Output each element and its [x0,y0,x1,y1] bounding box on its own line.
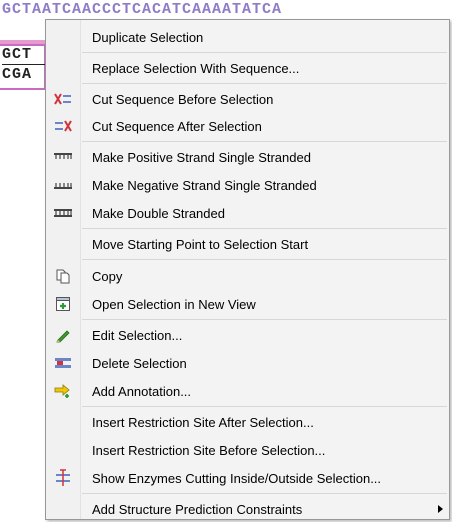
menu-item-label: Copy [92,268,123,284]
menu-item-label: Replace Selection With Sequence... [92,60,300,76]
menu-item-label: Cut Sequence After Selection [92,118,262,134]
sequence-selection-area[interactable]: GCT CGA [0,30,48,96]
menu-item-label: Make Positive Strand Single Stranded [92,149,311,165]
positive-strand-icon [46,144,80,170]
menu-item-move-starting-point[interactable]: Move Starting Point to Selection Start [46,231,449,257]
menu-item-structure-prediction[interactable]: Add Structure Prediction Constraints [46,496,449,522]
menu-separator [82,141,447,142]
new-view-icon [46,291,80,317]
menu-item-label: Cut Sequence Before Selection [92,91,274,107]
menu-item-replace-selection[interactable]: Replace Selection With Sequence... [46,55,449,81]
double-strand-icon [46,200,80,226]
menu-item-add-annotation[interactable]: Add Annotation... [46,378,449,404]
menu-separator [82,259,447,260]
menu-item-label: Open Selection in New View [92,296,256,312]
menu-item-label: Add Annotation... [92,383,192,399]
menu-separator [82,52,447,53]
copy-icon [46,263,80,289]
menu-separator [82,493,447,494]
menu-separator [82,406,447,407]
menu-item-negative-strand[interactable]: Make Negative Strand Single Stranded [46,172,449,198]
menu-item-delete-selection[interactable]: Delete Selection [46,350,449,376]
menu-separator [82,83,447,84]
menu-item-open-new-view[interactable]: Open Selection in New View [46,291,449,317]
menu-item-label: Add Structure Prediction Constraints [92,501,303,517]
menu-item-duplicate-selection[interactable]: Duplicate Selection [46,24,449,50]
menu-item-insert-site-before[interactable]: Insert Restriction Site Before Selection… [46,437,449,463]
menu-item-insert-site-after[interactable]: Insert Restriction Site After Selection.… [46,409,449,435]
menu-item-label: Move Starting Point to Selection Start [92,236,309,252]
menu-separator [82,228,447,229]
menu-item-show-enzymes[interactable]: Show Enzymes Cutting Inside/Outside Sele… [46,465,449,491]
menu-item-positive-strand[interactable]: Make Positive Strand Single Stranded [46,144,449,170]
menu-item-label: Show Enzymes Cutting Inside/Outside Sele… [92,470,382,486]
cut-after-icon [46,113,80,139]
cut-before-icon [46,86,80,112]
menu-item-label: Edit Selection... [92,327,183,343]
menu-item-label: Insert Restriction Site After Selection.… [92,414,314,430]
sequence-strand-bottom: CGA [2,66,33,83]
menu-item-cut-before[interactable]: Cut Sequence Before Selection [46,86,449,112]
menu-item-label: Make Double Stranded [92,205,225,221]
enzymes-icon [46,465,80,491]
context-menu: Duplicate Selection Replace Selection Wi… [45,19,450,520]
annotation-icon [46,378,80,404]
menu-item-label: Insert Restriction Site Before Selection… [92,442,326,458]
menu-item-cut-after[interactable]: Cut Sequence After Selection [46,113,449,139]
menu-item-edit-selection[interactable]: Edit Selection... [46,322,449,348]
pencil-icon [46,322,80,348]
menu-item-label: Delete Selection [92,355,187,371]
menu-item-double-stranded[interactable]: Make Double Stranded [46,200,449,226]
menu-separator [82,319,447,320]
negative-strand-icon [46,172,80,198]
menu-item-copy[interactable]: Copy [46,263,449,289]
submenu-arrow-icon [438,505,443,513]
sequence-strand-top: GCT [2,46,46,65]
delete-icon [46,350,80,376]
menu-item-label: Make Negative Strand Single Stranded [92,177,317,193]
menu-item-label: Duplicate Selection [92,29,204,45]
sequence-top-line: GCTAATCAACCCTCACATCAAAATATCA [2,1,283,18]
